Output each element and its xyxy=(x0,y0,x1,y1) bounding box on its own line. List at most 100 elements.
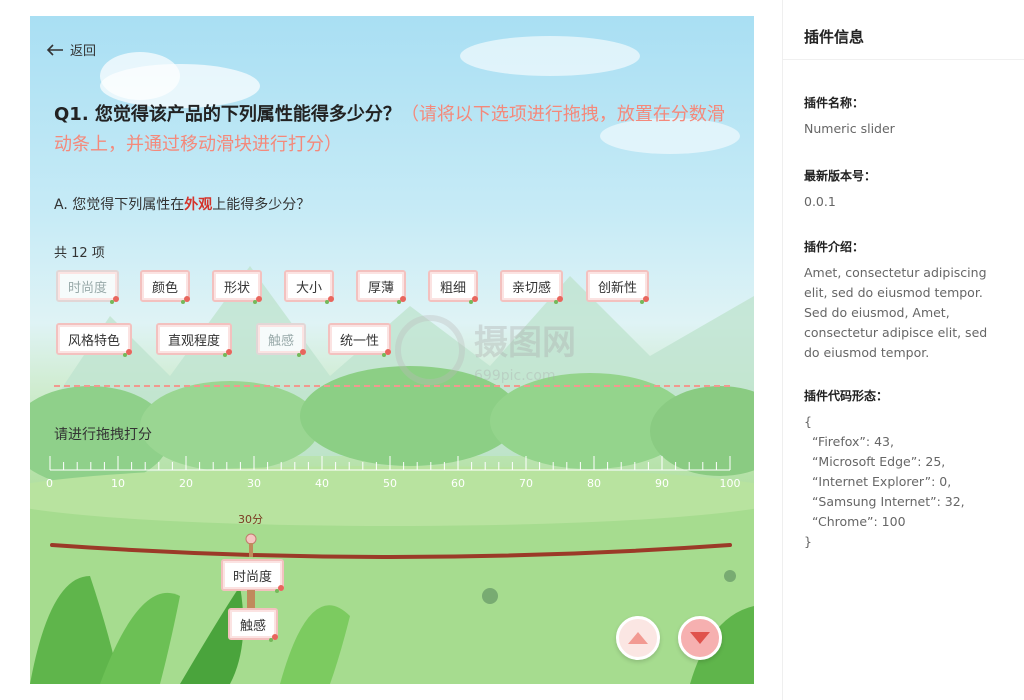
drag-instruction: 请进行拖拽打分 xyxy=(54,427,152,443)
option-tag[interactable]: 风格特色 xyxy=(56,323,133,357)
score-ruler: 0 10 20 30 40 50 60 70 80 90 100 xyxy=(46,456,741,490)
option-tag[interactable]: 时尚度 xyxy=(56,270,120,304)
code-line: } xyxy=(804,534,812,549)
flower-icon xyxy=(223,349,233,357)
ruler-tick-label: 100 xyxy=(720,477,741,490)
watermark-sub: 699pic.com xyxy=(474,368,556,384)
code-line: “Internet Explorer”: 0, xyxy=(804,474,952,489)
option-tag[interactable]: 亲切感 xyxy=(500,270,564,304)
back-button[interactable]: 返回 xyxy=(46,40,96,59)
flower-icon xyxy=(269,634,279,642)
option-tag[interactable]: 创新性 xyxy=(586,270,650,304)
ruler-tick-label: 0 xyxy=(46,477,53,490)
flower-icon xyxy=(181,296,191,304)
tag-label: 大小 xyxy=(296,280,323,296)
tag-label: 风格特色 xyxy=(68,333,121,349)
panel-title: 插件信息 xyxy=(783,0,1024,60)
dashed-divider xyxy=(54,385,730,387)
tag-label: 厚薄 xyxy=(368,280,395,296)
ruler-tick-label: 30 xyxy=(247,477,261,490)
option-tag[interactable]: 颜色 xyxy=(140,270,191,304)
sub-question: A. 您觉得下列属性在外观上能得多少分？ xyxy=(54,194,310,214)
app-root: 摄图网 699pic.com 返回 Q1. 您觉得该产品的下列属性能得多少分？（… xyxy=(0,0,1024,700)
code-block: { “Firefox”: 43, “Microsoft Edge”: 25, “… xyxy=(804,412,1004,552)
flower-icon xyxy=(640,296,650,304)
flower-icon xyxy=(382,349,392,357)
version-label: 最新版本号： xyxy=(804,169,877,183)
next-button[interactable] xyxy=(678,616,722,660)
intro-value: Amet, consectetur adipiscing elit, sed d… xyxy=(804,265,988,360)
flower-icon xyxy=(110,296,120,304)
chevron-up-icon xyxy=(628,632,648,644)
chevron-down-icon xyxy=(690,632,710,644)
tag-label: 颜色 xyxy=(152,280,179,296)
code-section: 插件代码形态： { “Firefox”: 43, “Microsoft Edge… xyxy=(804,387,1004,552)
tag-label: 直观程度 xyxy=(168,333,221,349)
code-line: { xyxy=(804,414,812,429)
code-label: 插件代码形态： xyxy=(804,389,889,403)
ruler-tick-label: 40 xyxy=(315,477,329,490)
plugin-name-value: Numeric slider xyxy=(804,121,895,136)
option-tag[interactable]: 触感 xyxy=(256,323,307,357)
sub-question-prefix: A. 您觉得下列属性在 xyxy=(54,197,185,213)
version-section: 最新版本号： 0.0.1 xyxy=(804,167,1004,212)
tag-label: 时尚度 xyxy=(68,280,108,296)
watermark: 摄图网 699pic.com xyxy=(395,315,576,385)
handle-knot-icon xyxy=(245,533,257,557)
slider-handle[interactable] xyxy=(244,533,258,561)
code-line: “Chrome”: 100 xyxy=(804,514,906,529)
tag-label: 触感 xyxy=(268,333,295,349)
score-slider-track[interactable] xyxy=(30,531,754,571)
item-count: 共 12 项 xyxy=(54,246,105,261)
watermark-text: 摄图网 xyxy=(474,323,576,363)
tag-label: 统一性 xyxy=(340,333,380,349)
arrow-left-icon xyxy=(46,43,63,56)
flower-icon xyxy=(397,296,407,304)
flower-icon xyxy=(275,585,285,593)
plugin-info-panel: 插件信息 插件名称： Numeric slider 最新版本号： 0.0.1 插… xyxy=(782,0,1024,700)
option-tag[interactable]: 直观程度 xyxy=(156,323,233,357)
placed-tag-label: 触感 xyxy=(240,618,267,634)
question-title: Q1. 您觉得该产品的下列属性能得多少分？（请将以下选项进行拖拽，放置在分数滑动… xyxy=(54,100,734,160)
score-value-label: 30分 xyxy=(238,513,263,526)
ruler-tick-label: 90 xyxy=(655,477,669,490)
flower-icon xyxy=(325,296,335,304)
sub-question-suffix: 上能得多少分？ xyxy=(212,197,311,213)
plugin-name-label: 插件名称： xyxy=(804,96,865,110)
option-tag[interactable]: 统一性 xyxy=(328,323,392,357)
ruler-tick-label: 20 xyxy=(179,477,193,490)
question-main: Q1. 您觉得该产品的下列属性能得多少分？ xyxy=(54,104,401,125)
ruler-tick-label: 10 xyxy=(111,477,125,490)
flower-icon xyxy=(123,349,133,357)
ruler-tick-label: 70 xyxy=(519,477,533,490)
ruler-tick-label: 50 xyxy=(383,477,397,490)
plugin-name-section: 插件名称： Numeric slider xyxy=(804,94,1004,139)
intro-label: 插件介绍： xyxy=(804,240,865,254)
flower-icon xyxy=(469,296,479,304)
back-label: 返回 xyxy=(70,44,97,59)
placed-tag-label: 时尚度 xyxy=(233,569,273,585)
previous-button[interactable] xyxy=(616,616,660,660)
flower-icon xyxy=(253,296,263,304)
code-line: “Samsung Internet”: 32, xyxy=(804,494,965,509)
placed-tag[interactable]: 时尚度 xyxy=(221,559,285,593)
flower-icon xyxy=(297,349,307,357)
option-tag[interactable]: 大小 xyxy=(284,270,335,304)
placed-tag[interactable]: 触感 xyxy=(228,608,279,642)
intro-section: 插件介绍： Amet, consectetur adipiscing elit,… xyxy=(804,238,1004,363)
code-line: “Microsoft Edge”: 25, xyxy=(804,454,946,469)
code-line: “Firefox”: 43, xyxy=(804,434,894,449)
option-tag[interactable]: 形状 xyxy=(212,270,263,304)
tag-label: 创新性 xyxy=(598,280,638,296)
survey-canvas: 摄图网 699pic.com 返回 Q1. 您觉得该产品的下列属性能得多少分？（… xyxy=(30,16,754,684)
tag-label: 亲切感 xyxy=(512,280,552,296)
option-tag[interactable]: 粗细 xyxy=(428,270,479,304)
ruler-tick-label: 80 xyxy=(587,477,601,490)
tag-label: 粗细 xyxy=(440,280,467,296)
option-tag[interactable]: 厚薄 xyxy=(356,270,407,304)
flower-icon xyxy=(554,296,564,304)
hanging-string xyxy=(247,590,255,608)
version-value: 0.0.1 xyxy=(804,194,836,209)
ruler-tick-label: 60 xyxy=(451,477,465,490)
sub-question-highlight: 外观 xyxy=(184,197,213,213)
